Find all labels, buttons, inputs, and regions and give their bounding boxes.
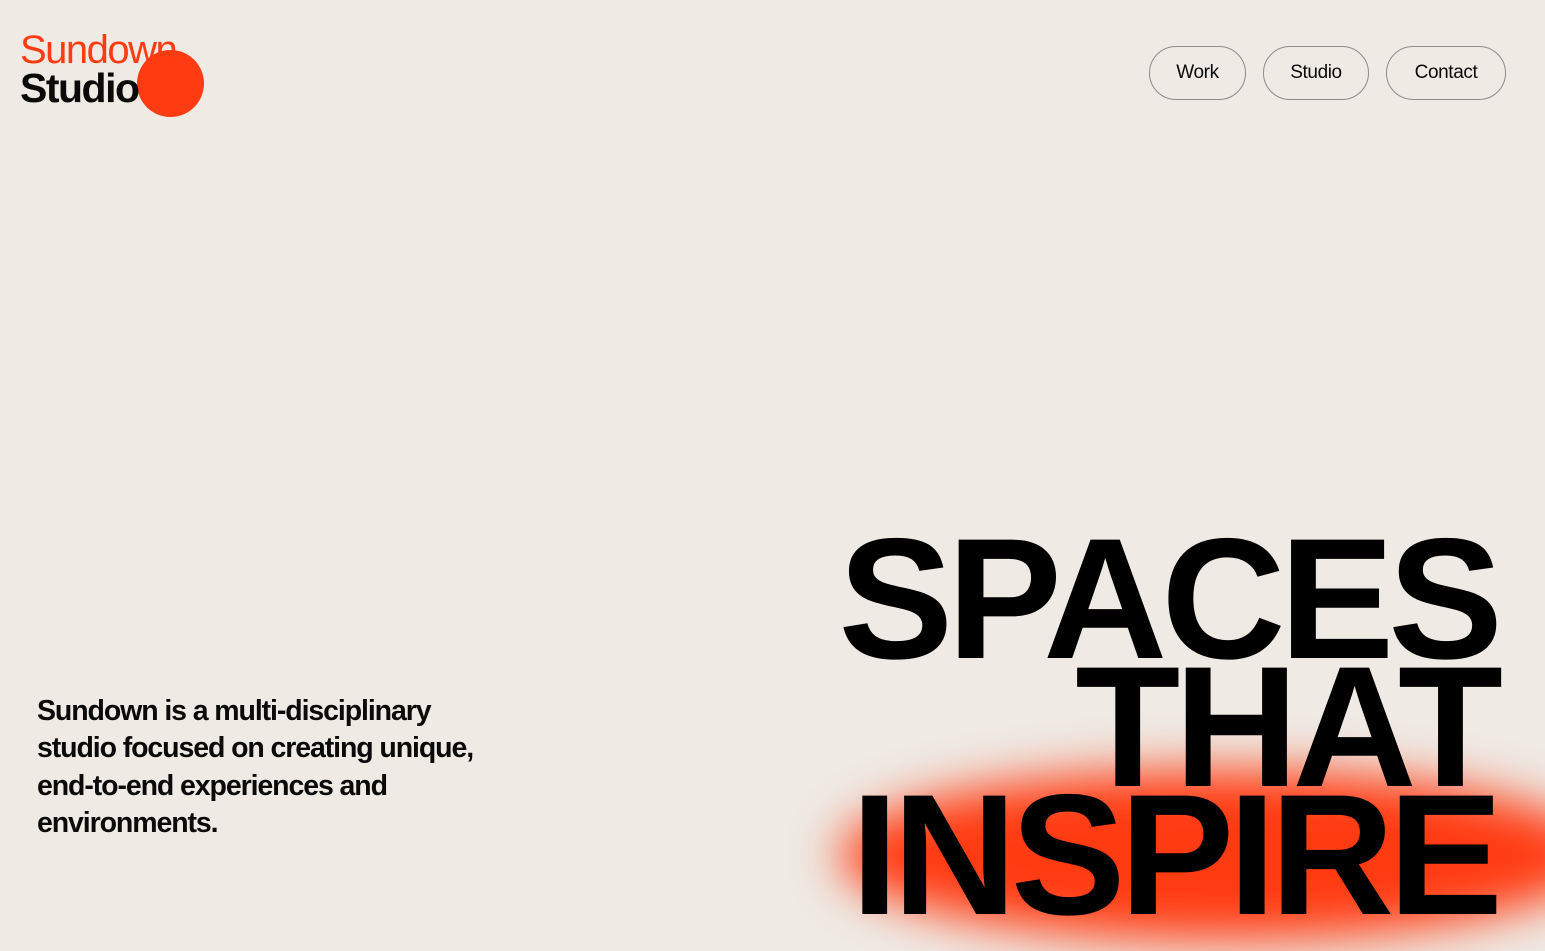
hero-heading: SPACES THAT INSPIRE: [838, 513, 1503, 951]
logo-line-1: Sundown: [20, 28, 178, 72]
logo[interactable]: Sundown Studio: [20, 30, 210, 120]
nav-studio-button[interactable]: Studio: [1263, 46, 1369, 100]
hero-line-3: INSPIRE: [850, 759, 1503, 951]
nav-work-button[interactable]: Work: [1149, 46, 1246, 100]
intro-text: Sundown is a multi-disciplinary studio f…: [37, 694, 474, 840]
logo-line-2: Studio: [20, 65, 140, 111]
main-nav: Work Studio Contact: [1149, 46, 1506, 100]
nav-contact-button[interactable]: Contact: [1386, 46, 1506, 100]
